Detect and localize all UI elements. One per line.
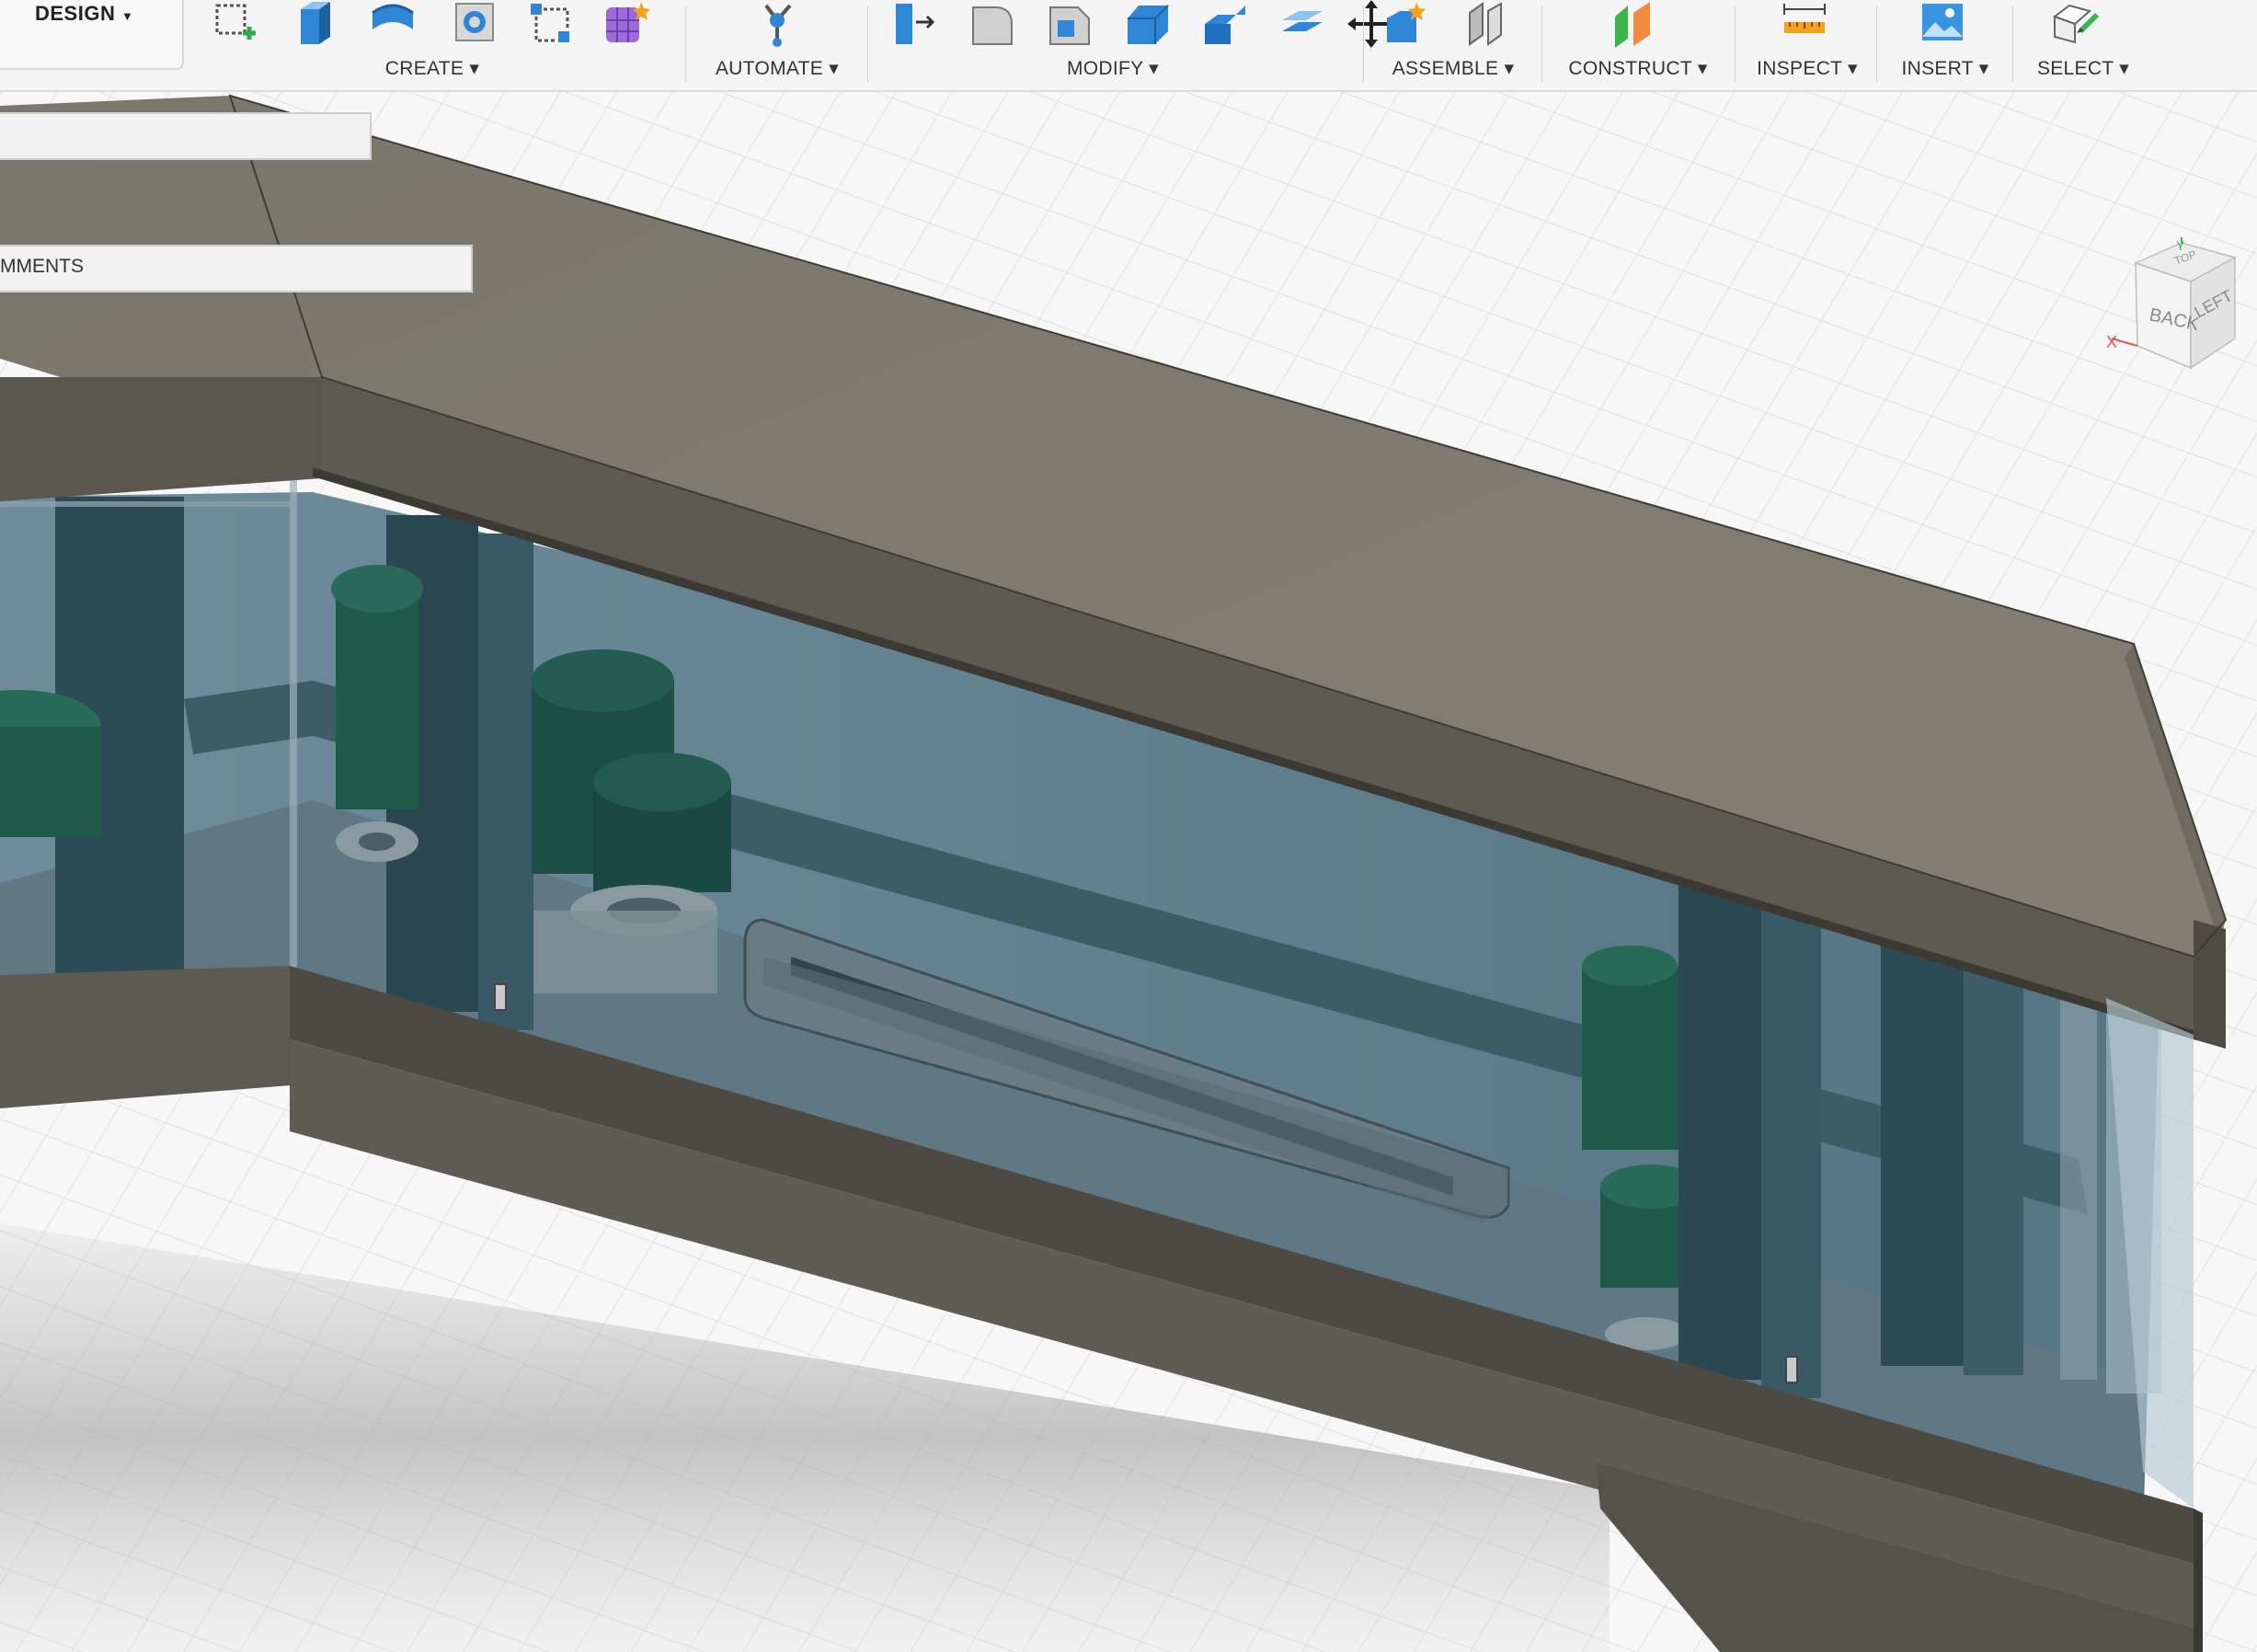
ring bbox=[533, 911, 717, 993]
toolbar-divider bbox=[1363, 6, 1364, 83]
insert-group: INSERT ▾ bbox=[1890, 0, 2000, 90]
assemble-menu[interactable]: ASSEMBLE ▾ bbox=[1380, 57, 1527, 80]
inspect-group: INSPECT ▾ bbox=[1747, 0, 1867, 90]
bracket bbox=[494, 983, 507, 1011]
joint-icon[interactable] bbox=[1464, 0, 1512, 48]
new-component-icon[interactable] bbox=[1383, 0, 1431, 48]
panel-edge bbox=[0, 501, 294, 507]
construct-menu[interactable]: CONSTRUCT ▾ bbox=[1560, 57, 1716, 80]
chamfer-icon[interactable] bbox=[1047, 0, 1094, 48]
combine-icon[interactable] bbox=[1201, 0, 1249, 48]
insert-image-icon[interactable] bbox=[1919, 0, 1966, 48]
canister bbox=[1582, 946, 1678, 986]
assemble-group: ASSEMBLE ▾ bbox=[1380, 0, 1527, 90]
fillet-icon[interactable] bbox=[969, 0, 1017, 48]
insert-menu[interactable]: INSERT ▾ bbox=[1890, 57, 2000, 80]
workspace-switcher[interactable]: DESIGN ▼ bbox=[0, 0, 184, 70]
ring bbox=[359, 832, 395, 851]
select-menu[interactable]: SELECT ▾ bbox=[2023, 57, 2143, 80]
hole-icon[interactable] bbox=[451, 0, 498, 48]
sketch-icon[interactable] bbox=[212, 0, 259, 48]
toolbar-divider bbox=[1876, 6, 1877, 83]
chevron-down-icon: ▼ bbox=[121, 9, 134, 23]
toolbar-divider bbox=[2012, 6, 2013, 83]
base-edge bbox=[2194, 1509, 2203, 1652]
select-icon[interactable] bbox=[2051, 0, 2099, 48]
press-pull-icon[interactable] bbox=[892, 0, 940, 48]
toolbar: DESIGN ▼ CREATE ▾ AUTOMATE ▾ MODIFY ▾ AS… bbox=[0, 0, 2257, 92]
modify-menu[interactable]: MODIFY ▾ bbox=[883, 57, 1343, 80]
create-menu[interactable]: CREATE ▾ bbox=[207, 57, 658, 80]
canister bbox=[593, 752, 731, 811]
browser-row[interactable] bbox=[0, 112, 372, 160]
panel-edge bbox=[290, 478, 297, 993]
pillar bbox=[1881, 943, 1964, 1366]
canister bbox=[336, 589, 418, 809]
canister bbox=[531, 649, 674, 712]
pillar bbox=[1678, 883, 1761, 1380]
pattern-icon[interactable] bbox=[527, 0, 575, 48]
view-cube[interactable]: BACK LEFT TOP X Y bbox=[2106, 237, 2244, 375]
comments-row[interactable]: MMENTS bbox=[0, 245, 473, 293]
canister bbox=[331, 565, 423, 613]
pillar bbox=[2060, 993, 2097, 1380]
inspect-menu[interactable]: INSPECT ▾ bbox=[1747, 57, 1867, 80]
revolve-icon[interactable] bbox=[369, 0, 417, 48]
offset-plane-icon[interactable] bbox=[1611, 0, 1659, 48]
offset-face-icon[interactable] bbox=[1278, 0, 1326, 48]
pillar bbox=[1964, 966, 2023, 1375]
automate-menu[interactable]: AUTOMATE ▾ bbox=[704, 57, 851, 80]
bracket bbox=[1785, 1356, 1798, 1383]
workspace-label: DESIGN bbox=[35, 2, 116, 25]
toolbar-divider bbox=[685, 6, 686, 83]
toolbar-divider bbox=[1541, 6, 1542, 83]
construct-group: CONSTRUCT ▾ bbox=[1560, 0, 1716, 90]
extrude-icon[interactable] bbox=[292, 0, 339, 48]
automate-group: AUTOMATE ▾ bbox=[704, 0, 851, 90]
x-axis-label: X bbox=[2106, 333, 2117, 351]
pillar bbox=[1761, 911, 1821, 1398]
canister bbox=[1582, 966, 1678, 1150]
y-axis-label: Y bbox=[2176, 238, 2185, 253]
toolbar-divider bbox=[1735, 6, 1736, 83]
toolbar-divider bbox=[867, 6, 868, 83]
pillar bbox=[478, 533, 533, 1030]
create-form-icon[interactable] bbox=[602, 0, 650, 48]
select-group: SELECT ▾ bbox=[2023, 0, 2143, 90]
measure-icon[interactable] bbox=[1781, 0, 1828, 48]
create-group: CREATE ▾ bbox=[207, 0, 658, 90]
shell-icon[interactable] bbox=[1124, 0, 1172, 48]
automate-icon[interactable] bbox=[753, 0, 801, 48]
model-canvas[interactable] bbox=[0, 90, 2257, 1652]
modify-group: MODIFY ▾ bbox=[883, 0, 1395, 90]
canvas-viewport[interactable]: MMENTS BACK LEFT TOP X Y bbox=[0, 90, 2257, 1652]
comments-label: MMENTS bbox=[0, 256, 84, 277]
canister bbox=[0, 727, 101, 837]
base-front bbox=[0, 966, 290, 1108]
